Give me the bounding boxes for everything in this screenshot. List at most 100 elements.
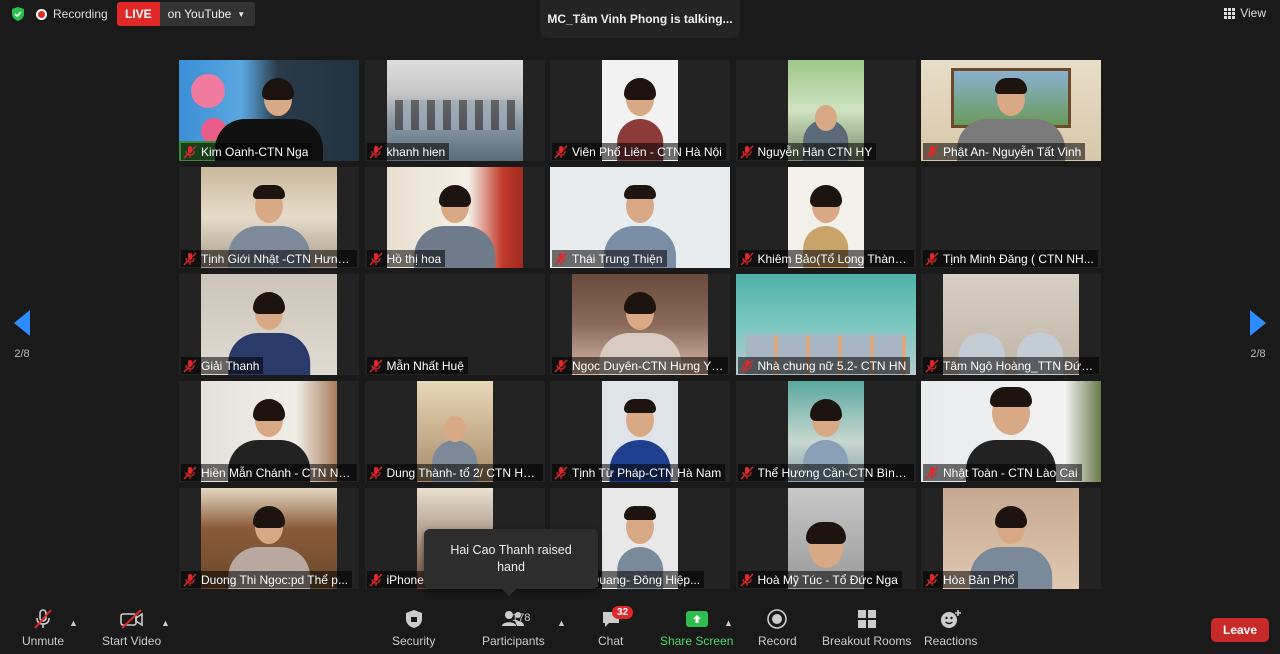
participant-label: Viên Phổ Liên - CTN Hà Nội — [552, 143, 726, 160]
live-target-label: on YouTube — [167, 7, 232, 21]
participant-name: Hồ thị hoa — [386, 251, 442, 266]
chat-button[interactable]: 32 Chat — [598, 606, 634, 648]
participant-tile[interactable]: Ngọc Duyên-CTN Hưng Yên — [550, 274, 730, 375]
share-screen-label: Share Screen — [660, 634, 734, 648]
participant-name: Nhà chung nữ 5.2- CTN HN — [757, 358, 907, 373]
mic-muted-icon — [369, 359, 382, 372]
video-options-caret-icon[interactable]: ▲ — [161, 618, 170, 628]
participant-tile[interactable]: khanh hien — [364, 60, 545, 161]
share-screen-icon — [685, 611, 708, 627]
raised-hand-notification: Hai Cao Thanh raised hand — [424, 529, 598, 596]
share-options-caret-icon[interactable]: ▲ — [724, 618, 733, 628]
participant-label: Hiền Mẫn Chánh - CTN Nh... — [181, 464, 357, 481]
participant-tile[interactable]: Tịnh Minh Đăng ( CTN NH... — [921, 167, 1101, 268]
page-indicator-right: 2/8 — [1250, 348, 1266, 360]
start-video-label: Start Video — [102, 634, 162, 648]
participant-label: Tịnh Giới Nhật -CTN Hưng ... — [181, 250, 357, 267]
participant-tile[interactable]: Thái Trung Thiện — [550, 167, 730, 268]
mic-muted-icon — [554, 466, 568, 479]
mic-muted-icon — [925, 252, 939, 265]
page-indicator-left: 2/8 — [14, 348, 30, 360]
participant-tile[interactable]: Mẫn Nhất Huệ — [364, 274, 545, 375]
view-label: View — [1240, 6, 1266, 20]
participant-label: Tịnh Minh Đăng ( CTN NH... — [923, 250, 1098, 267]
mic-muted-icon — [183, 466, 197, 479]
participant-name: Mẫn Nhất Huệ — [386, 358, 464, 373]
mic-muted-icon — [740, 359, 753, 372]
participant-label: Hoà Mỹ Túc - Tổ Đức Nga — [737, 571, 902, 588]
mic-muted-icon — [554, 145, 568, 158]
participant-tile[interactable]: Nhật Toàn - CTN Lào Cai — [921, 381, 1101, 482]
participant-tile[interactable]: Nguyễn Hân CTN HY — [735, 60, 916, 161]
live-badge: LIVE — [117, 2, 160, 26]
mic-muted-icon — [925, 359, 939, 372]
participant-label: iPhone — [366, 571, 428, 588]
mic-muted-icon — [183, 145, 197, 158]
participant-name: Thể Hương Cần-CTN Bình ... — [757, 465, 910, 480]
participant-tile[interactable]: Dung Thành- tổ 2/ CTN Hà... — [364, 381, 545, 482]
recording-indicator[interactable]: Recording — [36, 4, 108, 24]
participants-button[interactable]: 178 Participants — [482, 608, 545, 648]
participant-name: Tịnh Minh Đăng ( CTN NH... — [943, 251, 1094, 266]
participant-tile[interactable]: Viên Phổ Liên - CTN Hà Nội — [550, 60, 730, 161]
mic-muted-icon — [369, 145, 382, 158]
record-icon — [767, 609, 788, 629]
record-button[interactable]: Record — [758, 608, 797, 648]
arrow-left-icon — [14, 310, 30, 336]
participant-name: Tịnh Từ Pháp-CTN Hà Nam — [572, 465, 722, 480]
share-screen-button[interactable]: Share Screen — [660, 608, 733, 648]
mic-muted-icon — [925, 573, 939, 586]
participant-tile[interactable]: Hồ thị hoa — [364, 167, 545, 268]
participant-label: Mẫn Nhất Huệ — [366, 357, 468, 374]
participant-name: Ngọc Duyên-CTN Hưng Yên — [572, 358, 724, 373]
participant-label: Nhà chung nữ 5.2- CTN HN — [737, 357, 911, 374]
participant-tile[interactable]: Tâm Ngộ Hoàng_TTN Đức ... — [921, 274, 1101, 375]
arrow-right-icon — [1250, 310, 1266, 336]
next-page-button[interactable]: 2/8 — [1250, 310, 1266, 360]
leave-button[interactable]: Leave — [1211, 618, 1269, 642]
mic-muted-icon — [183, 252, 197, 265]
breakout-rooms-icon — [857, 610, 876, 628]
view-button[interactable]: View — [1224, 6, 1266, 20]
audio-options-caret-icon[interactable]: ▲ — [69, 618, 78, 628]
participants-label: Participants — [482, 634, 545, 648]
mic-muted-icon — [183, 573, 197, 586]
shield-icon[interactable] — [10, 6, 26, 22]
mic-muted-icon — [740, 573, 753, 586]
live-stream-button[interactable]: LIVE on YouTube ▼ — [117, 2, 256, 26]
participant-name: Hiền Mẫn Chánh - CTN Nh... — [201, 465, 353, 480]
participant-tile[interactable]: Phật An- Nguyễn Tất Vinh — [921, 60, 1101, 161]
participant-tile[interactable]: Tịnh Từ Pháp-CTN Hà Nam — [550, 381, 730, 482]
participant-tile[interactable]: Nhà chung nữ 5.2- CTN HN — [735, 274, 916, 375]
participant-tile[interactable]: Hòa Bản Phổ — [921, 488, 1101, 589]
participant-name: Nguyễn Hân CTN HY — [757, 144, 873, 159]
reactions-button[interactable]: Reactions — [924, 608, 977, 648]
participant-name: Khiêm Bảo(Tổ Long Thành-... — [757, 251, 910, 266]
participant-tile[interactable]: Giải Thanh — [179, 274, 359, 375]
participant-name: Tâm Ngộ Hoàng_TTN Đức ... — [943, 358, 1095, 373]
unmute-button[interactable]: Unmute — [22, 608, 64, 648]
participant-name: Dung Thành- tổ 2/ CTN Hà... — [386, 465, 539, 480]
mic-muted-icon — [740, 466, 753, 479]
mic-muted-icon — [34, 609, 52, 629]
participant-name: Tịnh Giới Nhật -CTN Hưng ... — [201, 251, 353, 266]
participant-tile[interactable]: Kim Oanh-CTN Nga — [179, 60, 359, 161]
video-off-icon — [119, 609, 143, 629]
live-target[interactable]: on YouTube ▼ — [159, 2, 256, 26]
participant-tile[interactable]: Hoà Mỹ Túc - Tổ Đức Nga — [735, 488, 916, 589]
participant-tile[interactable]: Duong Thi Ngoc:pd Thể p... — [179, 488, 359, 589]
start-video-button[interactable]: Start Video — [102, 608, 161, 648]
unmute-label: Unmute — [22, 634, 65, 648]
participant-tile[interactable]: Tịnh Giới Nhật -CTN Hưng ... — [179, 167, 359, 268]
security-button[interactable]: Security — [392, 608, 435, 648]
previous-page-button[interactable]: 2/8 — [14, 310, 30, 360]
participant-tile[interactable]: Khiêm Bảo(Tổ Long Thành-... — [735, 167, 916, 268]
breakout-rooms-button[interactable]: Breakout Rooms — [822, 608, 911, 648]
participant-label: Nhật Toàn - CTN Lào Cai — [923, 464, 1082, 481]
participant-name: khanh hien — [386, 144, 446, 159]
participant-tile[interactable]: Hiền Mẫn Chánh - CTN Nh... — [179, 381, 359, 482]
participants-count: 178 — [512, 612, 531, 624]
participant-tile[interactable]: Thể Hương Cần-CTN Bình ... — [735, 381, 916, 482]
participant-name: Hoà Mỹ Túc - Tổ Đức Nga — [757, 572, 898, 587]
participants-options-caret-icon[interactable]: ▲ — [557, 618, 566, 628]
